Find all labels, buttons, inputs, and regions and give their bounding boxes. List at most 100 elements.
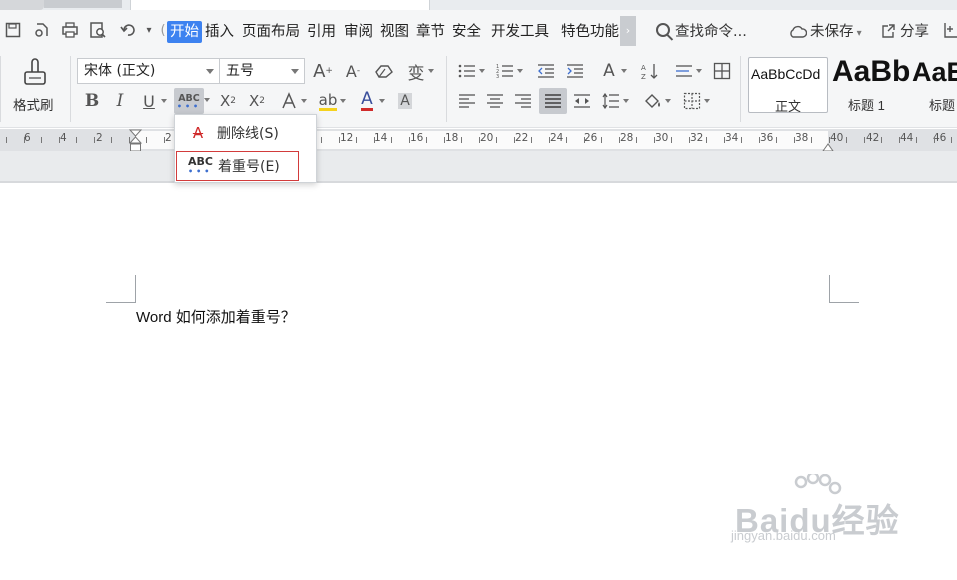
style-heading-2[interactable]: AaE 标题 xyxy=(912,57,957,113)
emphasis-mark-menu-item[interactable]: ABC ••• 着重号(E) xyxy=(176,151,299,181)
emphasis-mark-label: 着重号(E) xyxy=(218,159,280,175)
subscript-icon[interactable]: X2 xyxy=(245,89,269,113)
ruler-label: 32 xyxy=(690,132,704,144)
character-shading-icon[interactable]: A xyxy=(393,89,417,113)
ruler-label: 34 xyxy=(725,132,739,144)
document-tab[interactable] xyxy=(130,0,430,10)
ruler-tick xyxy=(111,137,112,143)
ruler-label: 38 xyxy=(795,132,809,144)
tab-special-features[interactable]: 特色功能 xyxy=(561,21,620,43)
sort-icon[interactable]: AZ xyxy=(638,59,662,83)
clear-format-icon[interactable] xyxy=(372,59,396,83)
style-normal[interactable]: AaBbCcDd 正文 xyxy=(748,57,828,114)
svg-text:3: 3 xyxy=(496,74,499,79)
bullet-list-icon[interactable] xyxy=(455,59,485,83)
more-menu-icon[interactable] xyxy=(942,21,957,43)
borders-icon[interactable] xyxy=(680,89,710,113)
tab-page-layout[interactable]: 页面布局 xyxy=(242,21,300,43)
tab-fragment[interactable] xyxy=(44,0,122,8)
print-icon[interactable] xyxy=(59,19,81,41)
share-icon xyxy=(880,23,896,46)
align-right-icon[interactable] xyxy=(511,89,535,113)
font-name-select[interactable]: 宋体 (正文) xyxy=(77,58,220,84)
ruler-tick xyxy=(356,137,357,143)
style-label: 标题 xyxy=(929,98,956,113)
change-case-icon[interactable]: A xyxy=(597,59,627,83)
export-icon[interactable] xyxy=(31,19,53,41)
page-top-margin xyxy=(0,151,957,183)
print-preview-icon[interactable] xyxy=(87,19,109,41)
shading-icon[interactable] xyxy=(641,89,671,113)
cloud-save-status[interactable]: 未保存 ▾ xyxy=(789,21,862,43)
horizontal-ruler[interactable]: 6 4 2 2 12 14 16 18 20 22 24 26 28 30 32 34 36 38 40 42 44 46 xyxy=(0,129,957,153)
numbered-list-icon[interactable]: 123 xyxy=(493,59,523,83)
document-text[interactable]: Word 如何添加着重号？ xyxy=(136,306,296,327)
justify-icon[interactable] xyxy=(539,88,567,114)
decrease-font-size-icon[interactable]: A- xyxy=(341,59,365,83)
italic-button[interactable]: I xyxy=(108,89,132,113)
indent-marker-icon[interactable] xyxy=(128,129,143,153)
svg-text:Z: Z xyxy=(641,73,646,80)
bold-glyph: B xyxy=(84,91,100,111)
strikethrough-menu-item[interactable]: A 删除线(S) xyxy=(175,118,316,148)
ribbon-left-edge xyxy=(0,56,1,122)
ruler-tick xyxy=(59,137,60,143)
ruler-tick xyxy=(899,137,900,143)
style-heading-1[interactable]: AaBb 标题 1 xyxy=(832,57,910,113)
underline-button[interactable]: U xyxy=(137,89,167,113)
command-search[interactable]: 查找命令... xyxy=(656,21,747,43)
text-direction-icon[interactable] xyxy=(672,59,702,83)
ruler-tick xyxy=(776,137,777,143)
italic-glyph: I xyxy=(116,91,124,111)
font-size-value: 五号 xyxy=(226,63,254,79)
tab-home[interactable]: 开始 xyxy=(167,21,202,43)
tab-developer[interactable]: 开发工具 xyxy=(491,21,549,43)
superscript-icon[interactable]: X2 xyxy=(216,89,240,113)
tab-view[interactable]: 视图 xyxy=(380,21,409,43)
ribbon-separator xyxy=(70,56,71,122)
ruler-tick xyxy=(339,137,340,143)
tab-fragment[interactable] xyxy=(0,0,44,10)
bold-button[interactable]: B xyxy=(80,89,104,113)
ruler-label: 12 xyxy=(340,132,354,144)
ruler-tick xyxy=(24,137,25,143)
share-button[interactable]: 分享 xyxy=(880,21,929,43)
table-insert-icon[interactable] xyxy=(710,59,734,83)
distributed-align-icon[interactable] xyxy=(570,89,594,113)
ruler-tick xyxy=(951,137,952,143)
right-indent-marker-icon[interactable] xyxy=(822,137,834,152)
align-center-icon[interactable] xyxy=(483,89,507,113)
text-effect-icon[interactable] xyxy=(277,89,307,113)
ruler-tick xyxy=(671,137,672,143)
font-color-icon[interactable]: A xyxy=(355,89,385,113)
more-tabs-button[interactable]: › xyxy=(620,16,636,46)
emphasis-mark-button[interactable]: ABC ••• xyxy=(174,88,210,114)
ruler-tick xyxy=(444,137,445,143)
ruler-tick xyxy=(881,137,882,143)
ruler-label: 16 xyxy=(410,132,424,144)
ruler-label: 30 xyxy=(655,132,669,144)
font-size-select[interactable]: 五号 xyxy=(219,58,305,84)
tab-references[interactable]: 引用 xyxy=(307,21,336,43)
tab-insert[interactable]: 插入 xyxy=(205,21,234,43)
tab-chapter[interactable]: 章节 xyxy=(416,21,445,43)
ruler-label: 2 xyxy=(96,132,103,144)
undo-icon[interactable] xyxy=(117,19,139,41)
line-spacing-icon[interactable] xyxy=(599,89,629,113)
watermark-url: jingyan.baidu.com xyxy=(731,528,836,543)
ruler-tick xyxy=(864,137,865,143)
align-left-icon[interactable] xyxy=(455,89,479,113)
tab-review[interactable]: 审阅 xyxy=(344,21,373,43)
increase-font-size-icon[interactable]: A + xyxy=(311,59,335,83)
phonetic-guide-icon[interactable]: 变 xyxy=(404,59,434,84)
highlight-icon[interactable]: ab xyxy=(316,89,346,113)
strikethrough-label: 删除线(S) xyxy=(217,126,279,142)
style-sample: AaE xyxy=(912,57,957,87)
emphasis-dropdown-menu: A 删除线(S) ABC ••• 着重号(E) xyxy=(174,114,317,183)
increase-indent-icon[interactable] xyxy=(563,59,587,83)
tab-security[interactable]: 安全 xyxy=(452,21,481,43)
format-painter-icon[interactable] xyxy=(20,56,50,88)
decrease-indent-icon[interactable] xyxy=(534,59,558,83)
format-painter-label[interactable]: 格式刷 xyxy=(13,94,54,114)
save-icon[interactable] xyxy=(2,19,24,41)
